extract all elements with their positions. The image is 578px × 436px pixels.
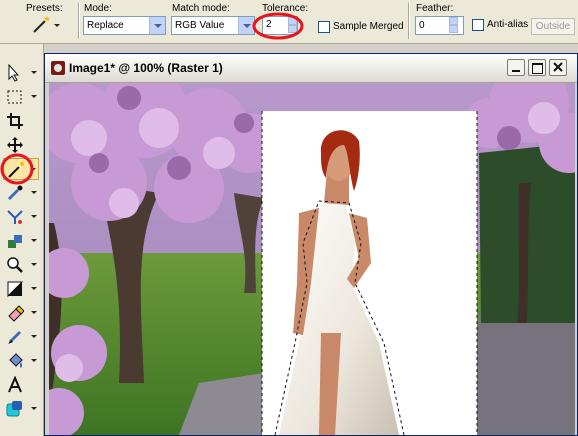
presets-dropdown-icon <box>54 24 60 27</box>
zoom-tool[interactable] <box>3 254 39 276</box>
magic-wand-icon <box>33 16 50 33</box>
chevron-down-icon[interactable] <box>149 17 165 34</box>
presets-button[interactable] <box>28 16 62 35</box>
image-window-titlebar[interactable]: Image1* @ 100% (Raster 1) <box>45 54 577 83</box>
chevron-down-icon[interactable] <box>31 71 37 74</box>
pick-tool[interactable] <box>3 62 39 84</box>
match-mode-value: RGB Value <box>175 20 225 31</box>
spin-down-icon[interactable] <box>449 25 458 33</box>
minimize-icon <box>512 70 520 72</box>
close-button[interactable] <box>549 59 567 76</box>
arrow-pointer-icon <box>8 64 20 82</box>
shape-icon <box>6 401 22 417</box>
image-doc-icon <box>51 61 65 75</box>
maximize-button[interactable] <box>528 59 546 76</box>
magnifier-icon <box>7 257 23 273</box>
text-tool[interactable] <box>3 374 39 396</box>
mode-value: Replace <box>87 20 124 31</box>
chevron-down-icon[interactable] <box>31 191 37 194</box>
chevron-down-icon[interactable] <box>31 239 37 242</box>
crop-icon <box>7 113 23 129</box>
feather-field[interactable]: 0 <box>415 16 464 35</box>
spin-up-icon[interactable] <box>449 17 458 25</box>
anti-alias-checkbox[interactable] <box>472 19 484 31</box>
text-a-icon <box>8 376 22 393</box>
crop-tool[interactable] <box>3 110 39 132</box>
mode-select[interactable]: Replace <box>83 16 166 35</box>
chevron-down-icon[interactable] <box>31 215 37 218</box>
preset-shape-tool[interactable] <box>3 398 39 420</box>
mode-label: Mode: <box>84 3 112 14</box>
outside-label: Outside <box>535 21 571 32</box>
window-title: Image1* @ 100% (Raster 1) <box>69 61 223 75</box>
chevron-down-icon[interactable] <box>31 287 37 290</box>
image-canvas[interactable] <box>49 83 575 435</box>
flood-fill-tool[interactable] <box>3 350 39 372</box>
photo-artwork <box>49 83 575 435</box>
sample-merged-label: Sample Merged <box>333 21 404 32</box>
chevron-down-icon[interactable] <box>31 95 37 98</box>
maximize-icon <box>532 63 543 74</box>
eraser-tool[interactable] <box>3 302 39 324</box>
feather-label: Feather: <box>416 3 454 14</box>
flood-fill-icon <box>9 353 23 368</box>
dotted-rectangle-icon <box>7 90 22 104</box>
selection-tool[interactable] <box>3 86 39 108</box>
dodge-tool[interactable] <box>3 278 39 300</box>
chevron-down-icon[interactable] <box>31 407 37 410</box>
outside-button[interactable]: Outside <box>531 18 575 35</box>
red-annotation-circle <box>252 12 304 40</box>
sample-merged-checkbox[interactable] <box>318 21 330 33</box>
paint-brush-tool[interactable] <box>3 326 39 348</box>
chevron-down-icon[interactable] <box>31 263 37 266</box>
feather-value: 0 <box>419 20 425 31</box>
dodge-icon <box>7 281 24 298</box>
tool-options-bar: Presets: Mode: Replace Match mode: RGB V… <box>0 0 578 44</box>
chevron-down-icon[interactable] <box>31 335 37 338</box>
chevron-down-icon[interactable] <box>31 311 37 314</box>
minimize-button[interactable] <box>507 59 525 76</box>
anti-alias-label: Anti-alias <box>487 19 529 30</box>
match-mode-select[interactable]: RGB Value <box>171 16 255 35</box>
chevron-down-icon[interactable] <box>31 359 37 362</box>
close-icon <box>553 62 563 72</box>
makeover-tool[interactable] <box>3 206 39 228</box>
clone-icon <box>8 235 22 248</box>
clone-tool[interactable] <box>3 230 39 252</box>
match-mode-label: Match mode: <box>172 3 230 14</box>
presets-label: Presets: <box>26 3 63 14</box>
tools-palette <box>0 44 44 436</box>
makeover-icon <box>7 210 23 224</box>
image-window: Image1* @ 100% (Raster 1) <box>44 53 578 436</box>
red-annotation-circle <box>0 153 34 185</box>
eraser-icon <box>8 305 24 322</box>
brush-icon <box>8 330 22 344</box>
